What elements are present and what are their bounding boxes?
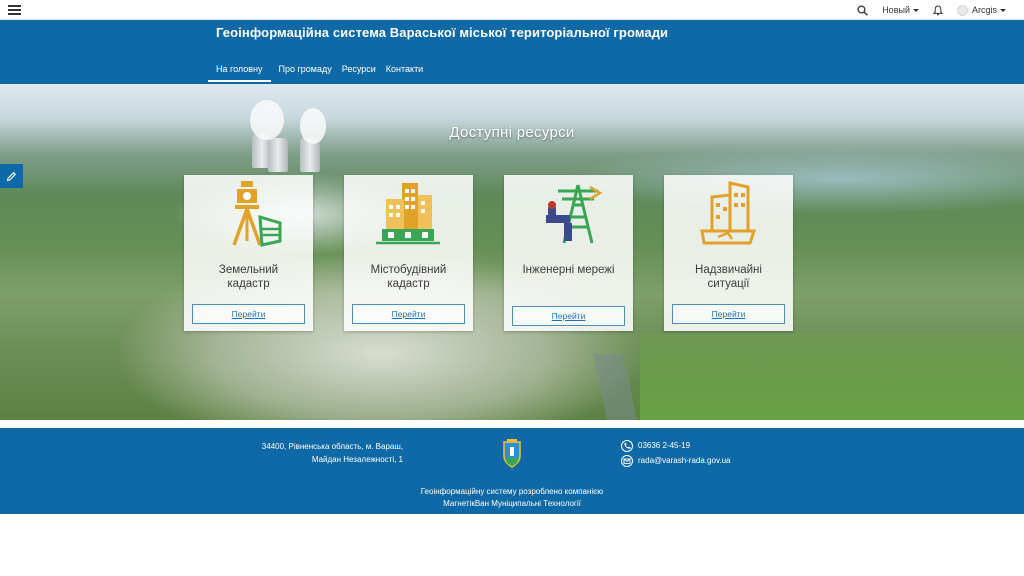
resource-card-land-cadastre: Земельний кадастр Перейти: [184, 175, 313, 331]
card-title-line2: кадастр: [227, 278, 270, 290]
divider: [0, 420, 1024, 428]
site-header: Геоінформаційна система Вараської місько…: [0, 20, 1024, 84]
new-menu-label: Новый: [882, 5, 910, 15]
email-icon: [621, 454, 633, 467]
site-footer: 34400, Рівненська область, м. Вараш, Май…: [0, 428, 1024, 514]
resource-card-emergencies: Надзвичайні ситуації Перейти: [664, 175, 793, 331]
card-title-line2: кадастр: [387, 278, 430, 290]
footer-address: 34400, Рівненська область, м. Вараш, Май…: [262, 440, 403, 466]
card-title-line1: Інженерні мережі: [522, 264, 615, 276]
go-button-emergencies[interactable]: Перейти: [672, 304, 785, 324]
nav-item-home[interactable]: На головну: [208, 58, 271, 84]
damaged-buildings-icon: [700, 181, 757, 245]
phone-row: 03636 2-45-19: [621, 438, 730, 453]
chevron-down-icon: [912, 8, 919, 12]
footer-contacts: 03636 2-45-19 rada@varash-rada.gov.ua: [621, 438, 730, 468]
go-button-urban-cadastre[interactable]: Перейти: [352, 304, 465, 324]
address-line2: Майдан Незалежності, 1: [311, 455, 403, 464]
avatar: [956, 4, 968, 16]
card-title-line1: Містобудівний: [370, 264, 447, 276]
nav-item-resources[interactable]: Ресурси: [340, 58, 384, 84]
surveyor-theodolite-icon: [232, 181, 282, 247]
chevron-down-icon: [1000, 8, 1006, 12]
address-line1: 34400, Рівненська область, м. Вараш,: [261, 442, 403, 451]
cooling-tower: [268, 138, 288, 172]
credit-line2: МагнетікВан Муніципальні Технології: [443, 499, 581, 508]
city-crest-icon: [503, 439, 521, 468]
search-icon[interactable]: [857, 4, 868, 16]
email-row: rada@varash-rada.gov.ua: [621, 453, 730, 468]
hamburger-menu-icon[interactable]: [8, 4, 21, 15]
nav-item-contacts[interactable]: Контакти: [384, 58, 431, 84]
top-bar: Новый Arcgis: [0, 0, 1024, 20]
bell-icon[interactable]: [932, 4, 943, 16]
footer-credit: Геоінформаційну систему розроблено компа…: [0, 486, 1024, 510]
credit-line1: Геоінформаційну систему розроблено компа…: [420, 487, 604, 496]
phone-icon: [621, 439, 633, 452]
card-title-line1: Надзвичайні: [695, 264, 762, 276]
nav-item-about[interactable]: Про громаду: [271, 58, 340, 84]
top-right-tools: Новый Arcgis: [843, 0, 1006, 20]
go-button-land-cadastre[interactable]: Перейти: [192, 304, 305, 324]
main-nav: На головну Про громаду Ресурси Контакти: [208, 58, 431, 84]
user-menu-button[interactable]: Arcgis: [956, 4, 1006, 16]
hero-background-field: [640, 334, 1024, 420]
power-tower-pipe-icon: [546, 184, 603, 244]
new-menu-button[interactable]: Новый: [882, 5, 919, 15]
hero-title: Доступні ресурси: [449, 124, 575, 141]
resource-card-urban-cadastre: Містобудівний кадастр Перейти: [344, 175, 473, 331]
email-link[interactable]: rada@varash-rada.gov.ua: [638, 456, 730, 465]
buildings-icon: [376, 183, 440, 245]
go-button-engineering-networks[interactable]: Перейти: [512, 306, 625, 326]
page-title: Геоінформаційна система Вараської місько…: [216, 25, 669, 40]
user-name: Arcgis: [971, 5, 997, 15]
card-title-line2: ситуації: [707, 278, 750, 290]
phone-number: 03636 2-45-19: [638, 441, 691, 450]
edit-button[interactable]: [0, 164, 23, 188]
resource-card-engineering-networks: Інженерні мережі Перейти: [504, 175, 633, 331]
pencil-icon: [6, 171, 17, 181]
card-title-line1: Земельний: [218, 264, 279, 276]
